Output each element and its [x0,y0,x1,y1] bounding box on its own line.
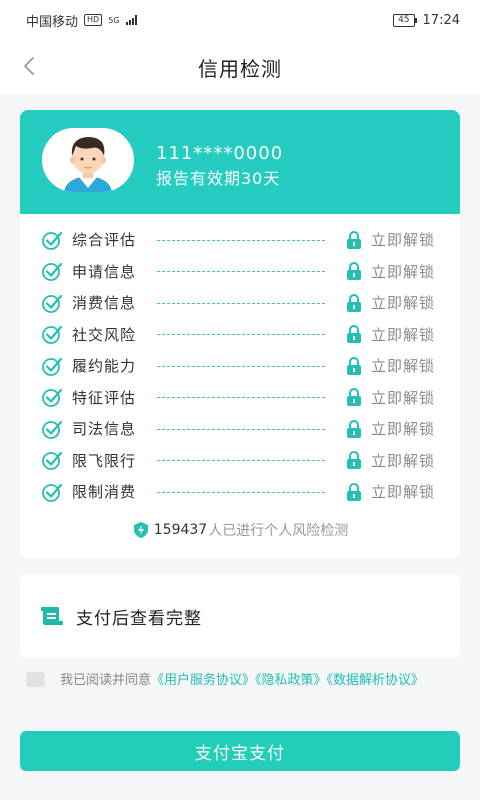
report-item-label: 特征评估 [72,388,137,407]
lock-icon [347,451,361,470]
pay-hint-text: 支付后查看完整 [76,608,202,629]
report-item[interactable]: 社交风险 立即解锁 [20,319,460,351]
dashed-divider [157,271,325,273]
shield-icon [133,522,148,538]
dashed-divider [157,365,325,367]
report-item[interactable]: 履约能力 立即解锁 [20,350,460,382]
page-title: 信用检测 [198,56,282,81]
report-item[interactable]: 消费信息 立即解锁 [20,287,460,319]
report-item[interactable]: 司法信息 立即解锁 [20,413,460,445]
status-bar: 中国移动 HD 5G 45 17:24 [0,0,480,40]
detection-count-number: 159437 [153,522,208,538]
check-circle-icon [42,294,63,313]
report-card: 111****0000 报告有效期30天 综合评估 立即解锁 申请信息 立即解锁… [20,110,460,558]
report-item-label: 履约能力 [72,357,137,376]
report-item[interactable]: 综合评估 立即解锁 [20,224,460,256]
clock: 17:24 [422,12,460,28]
report-item-label: 限飞限行 [72,451,137,470]
check-circle-icon [42,420,63,439]
check-circle-icon [42,357,63,376]
report-item[interactable]: 限制消费 立即解锁 [20,476,460,508]
report-item[interactable]: 特征评估 立即解锁 [20,382,460,414]
lock-icon [347,230,361,249]
report-item-label: 社交风险 [72,325,137,344]
unlock-link[interactable]: 立即解锁 [371,292,435,313]
pay-hint-card: 支付后查看完整 [20,574,460,658]
battery-icon: 45 [393,13,418,27]
check-circle-icon [42,389,63,408]
privacy-policy-link[interactable]: 《隐私政策》 [255,673,327,688]
check-circle-icon [42,483,63,502]
unlock-link[interactable]: 立即解锁 [371,418,435,439]
document-icon [41,607,63,625]
dashed-divider [157,397,325,399]
report-item-label: 综合评估 [72,231,137,250]
dashed-divider [157,334,325,336]
unlock-link[interactable]: 立即解锁 [371,229,435,250]
unlock-link[interactable]: 立即解锁 [371,387,435,408]
dashed-divider [157,491,325,493]
unlock-link[interactable]: 立即解锁 [371,261,435,282]
dashed-divider [157,302,325,304]
hd-badge: HD [84,14,103,26]
nav-bar: 信用检测 [0,40,480,94]
report-item[interactable]: 申请信息 立即解锁 [20,256,460,288]
report-item-label: 限制消费 [72,483,137,502]
lock-icon [347,388,361,407]
dashed-divider [157,239,325,241]
signal-icon [125,15,137,25]
lock-icon [347,482,361,501]
detection-count-text: 人已进行个人风险检测 [208,523,349,539]
unlock-link[interactable]: 立即解锁 [371,481,435,502]
agreement-prefix: 我已阅读并同意 [60,673,152,688]
agreement-checkbox[interactable] [26,672,45,687]
signal-type: 5G [108,15,120,25]
unlock-link[interactable]: 立即解锁 [371,324,435,345]
unlock-link[interactable]: 立即解锁 [371,355,435,376]
avatar [42,128,134,192]
user-phone: 111****0000 [156,143,284,164]
report-validity: 报告有效期30天 [156,169,281,188]
detection-count: 159437 人已进行个人风险检测 [20,520,460,540]
chevron-left-icon[interactable] [18,54,42,78]
check-circle-icon [42,231,63,250]
lock-icon [347,325,361,344]
avatar-icon [42,128,134,192]
data-analysis-agreement-link[interactable]: 《数据解析协议》 [327,673,425,688]
report-item[interactable]: 限飞限行 立即解锁 [20,445,460,477]
report-item-label: 申请信息 [72,262,137,281]
check-circle-icon [42,452,63,471]
report-item-label: 消费信息 [72,294,137,313]
user-service-agreement-link[interactable]: 《用户服务协议》 [151,673,255,688]
check-circle-icon [42,263,63,282]
alipay-pay-button[interactable]: 支付宝支付 [20,731,460,771]
dashed-divider [157,460,325,462]
user-header: 111****0000 报告有效期30天 [20,110,460,214]
dashed-divider [157,428,325,430]
report-item-label: 司法信息 [72,420,137,439]
unlock-link[interactable]: 立即解锁 [371,450,435,471]
lock-icon [347,262,361,281]
check-circle-icon [42,326,63,345]
lock-icon [347,419,361,438]
lock-icon [347,356,361,375]
lock-icon [347,293,361,312]
agreement-row: 我已阅读并同意《用户服务协议》《隐私政策》《数据解析协议》 [26,670,460,691]
carrier-name: 中国移动 [26,14,79,30]
report-item-list: 综合评估 立即解锁 申请信息 立即解锁 消费信息 立即解锁 社交风险 立即解锁 [20,224,460,508]
